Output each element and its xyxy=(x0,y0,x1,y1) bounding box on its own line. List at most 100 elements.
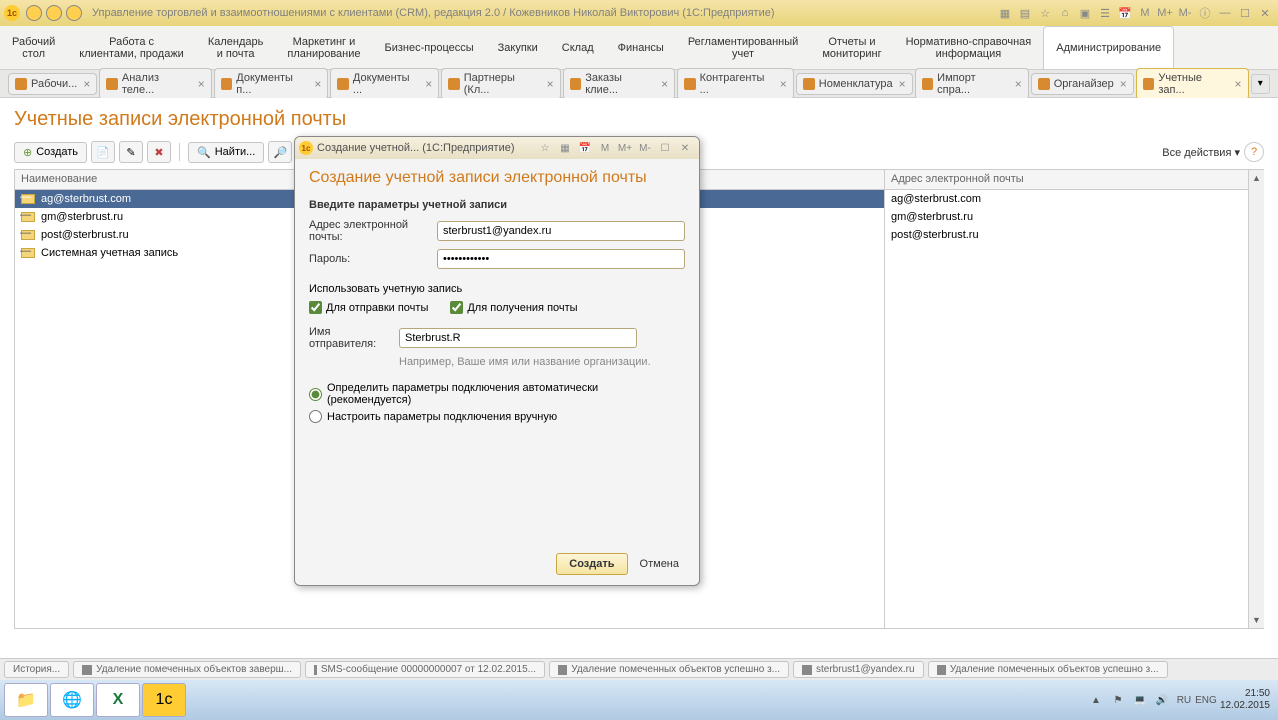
modal-calc-icon[interactable]: ▦ xyxy=(556,140,574,156)
mainmenu-item-4[interactable]: Бизнес-процессы xyxy=(373,26,486,69)
tab-1[interactable]: Анализ теле...× xyxy=(99,68,211,100)
modal-fav-icon[interactable]: ☆ xyxy=(536,140,554,156)
tab-0[interactable]: Рабочи...× xyxy=(8,73,97,95)
modal-create-button[interactable]: Создать xyxy=(556,553,627,575)
mainmenu-item-8[interactable]: Регламентированныйучет xyxy=(676,26,811,69)
tab-close-icon[interactable]: × xyxy=(1235,77,1242,91)
tb-m[interactable]: M xyxy=(1136,4,1154,22)
modal-m[interactable]: M xyxy=(596,140,614,156)
tray-flag-icon[interactable]: ⚑ xyxy=(1110,692,1126,708)
taskbar-1c[interactable]: 1c xyxy=(142,683,186,717)
tb-tool-2[interactable]: ▤ xyxy=(1016,4,1034,22)
modal-m+[interactable]: M+ xyxy=(616,140,634,156)
radio-manual[interactable]: Настроить параметры подключения вручную xyxy=(309,410,685,423)
titlebar-btn-2[interactable] xyxy=(46,5,62,21)
tray-kb[interactable]: ENG xyxy=(1198,692,1214,708)
tab-7[interactable]: Номенклатура× xyxy=(796,73,913,95)
table-row[interactable]: post@sterbrust.ru xyxy=(885,226,1263,244)
tab-close-icon[interactable]: × xyxy=(83,77,90,91)
mainmenu-item-0[interactable]: Рабочийстол xyxy=(0,26,67,69)
tray-clock[interactable]: 21:5012.02.2015 xyxy=(1220,688,1274,712)
modal-cancel-button[interactable]: Отмена xyxy=(634,554,685,574)
radio-auto-input[interactable] xyxy=(309,388,322,401)
modal-titlebar[interactable]: 1c Создание учетной... (1С:Предприятие) … xyxy=(295,137,699,159)
max-icon[interactable]: ☐ xyxy=(1236,4,1254,22)
tab-8[interactable]: Импорт спра...× xyxy=(915,68,1029,100)
tab-2[interactable]: Документы п...× xyxy=(214,68,329,100)
tab-close-icon[interactable]: × xyxy=(661,77,668,91)
scrollbar[interactable]: ▲ ▼ xyxy=(1248,170,1264,628)
tab-close-icon[interactable]: × xyxy=(425,77,432,91)
statusbar-item-2[interactable]: SMS-сообщение 00000000007 от 12.02.2015.… xyxy=(305,661,545,678)
tray-up-icon[interactable]: ▲ xyxy=(1088,692,1104,708)
tabs-more-icon[interactable]: ▾ xyxy=(1251,74,1270,94)
tab-9[interactable]: Органайзер× xyxy=(1031,73,1134,95)
modal-m-[interactable]: M- xyxy=(636,140,654,156)
edit-button[interactable]: ✎ xyxy=(119,141,143,163)
all-actions-dropdown[interactable]: Все действия ▾ xyxy=(1162,146,1240,159)
scroll-down-icon[interactable]: ▼ xyxy=(1249,612,1264,628)
tab-4[interactable]: Партнеры (Кл...× xyxy=(441,68,560,100)
tab-close-icon[interactable]: × xyxy=(314,77,321,91)
mainmenu-item-2[interactable]: Календарьи почта xyxy=(196,26,276,69)
tb-tool-5[interactable]: ▣ xyxy=(1076,4,1094,22)
tab-5[interactable]: Заказы клие...× xyxy=(563,68,675,100)
statusbar-item-1[interactable]: Удаление помеченных объектов заверш... xyxy=(73,661,301,678)
scroll-up-icon[interactable]: ▲ xyxy=(1249,170,1264,186)
titlebar-btn-3[interactable] xyxy=(66,5,82,21)
checkbox-send[interactable]: Для отправки почты xyxy=(309,301,428,314)
email-field[interactable] xyxy=(437,221,685,241)
grid-header-email[interactable]: Адрес электронной почты xyxy=(885,170,1263,190)
mainmenu-item-3[interactable]: Маркетинг ипланирование xyxy=(275,26,372,69)
tb-tool-4[interactable]: ⌂ xyxy=(1056,4,1074,22)
taskbar-chrome[interactable]: 🌐 xyxy=(50,683,94,717)
radio-auto[interactable]: Определить параметры подключения автомат… xyxy=(309,382,685,406)
sender-field[interactable] xyxy=(399,328,637,348)
help-icon[interactable]: ⓘ xyxy=(1196,4,1214,22)
tray-network-icon[interactable]: 💻 xyxy=(1132,692,1148,708)
tab-close-icon[interactable]: × xyxy=(1015,77,1022,91)
tray-sound-icon[interactable]: 🔊 xyxy=(1154,692,1170,708)
checkbox-send-input[interactable] xyxy=(309,301,322,314)
tab-close-icon[interactable]: × xyxy=(1120,77,1127,91)
mainmenu-item-11[interactable]: Администрирование xyxy=(1043,26,1174,69)
tb-tool-3[interactable]: ☆ xyxy=(1036,4,1054,22)
checkbox-receive[interactable]: Для получения почты xyxy=(450,301,577,314)
tab-6[interactable]: Контрагенты ...× xyxy=(677,68,794,100)
tab-10[interactable]: Учетные зап...× xyxy=(1136,68,1249,100)
tray-lang[interactable]: RU xyxy=(1176,692,1192,708)
mainmenu-item-6[interactable]: Склад xyxy=(550,26,606,69)
mainmenu-item-5[interactable]: Закупки xyxy=(486,26,550,69)
search-button[interactable]: 🔍Найти... xyxy=(188,142,264,163)
mainmenu-item-1[interactable]: Работа склиентами, продажи xyxy=(67,26,196,69)
modal-cal-icon[interactable]: 📅 xyxy=(576,140,594,156)
statusbar-item-3[interactable]: Удаление помеченных объектов успешно з..… xyxy=(549,661,789,678)
min-icon[interactable]: — xyxy=(1216,4,1234,22)
statusbar-item-0[interactable]: История... xyxy=(4,661,69,678)
taskbar-explorer[interactable]: 📁 xyxy=(4,683,48,717)
mainmenu-item-10[interactable]: Нормативно-справочнаяинформация xyxy=(894,26,1044,69)
modal-close-icon[interactable]: ✕ xyxy=(676,140,694,156)
tb-tool-1[interactable]: ▦ xyxy=(996,4,1014,22)
table-row[interactable]: ag@sterbrust.com xyxy=(885,190,1263,208)
titlebar-btn-1[interactable] xyxy=(26,5,42,21)
tab-close-icon[interactable]: × xyxy=(547,77,554,91)
modal-max-icon[interactable]: ☐ xyxy=(656,140,674,156)
tab-close-icon[interactable]: × xyxy=(899,77,906,91)
tab-3[interactable]: Документы ...× xyxy=(330,68,439,100)
password-field[interactable] xyxy=(437,249,685,269)
statusbar-item-5[interactable]: Удаление помеченных объектов успешно з..… xyxy=(928,661,1168,678)
tb-m-[interactable]: M- xyxy=(1176,4,1194,22)
statusbar-item-4[interactable]: sterbrust1@yandex.ru xyxy=(793,661,924,678)
page-help-icon[interactable]: ? xyxy=(1244,142,1264,162)
mainmenu-item-7[interactable]: Финансы xyxy=(606,26,676,69)
tb-tool-7[interactable]: 📅 xyxy=(1116,4,1134,22)
mainmenu-item-9[interactable]: Отчеты имониторинг xyxy=(810,26,893,69)
create-button[interactable]: ⊕Создать xyxy=(14,142,87,163)
tb-m+[interactable]: M+ xyxy=(1156,4,1174,22)
radio-manual-input[interactable] xyxy=(309,410,322,423)
checkbox-receive-input[interactable] xyxy=(450,301,463,314)
close-icon[interactable]: ✕ xyxy=(1256,4,1274,22)
tb-tool-6[interactable]: ☰ xyxy=(1096,4,1114,22)
tab-close-icon[interactable]: × xyxy=(198,77,205,91)
